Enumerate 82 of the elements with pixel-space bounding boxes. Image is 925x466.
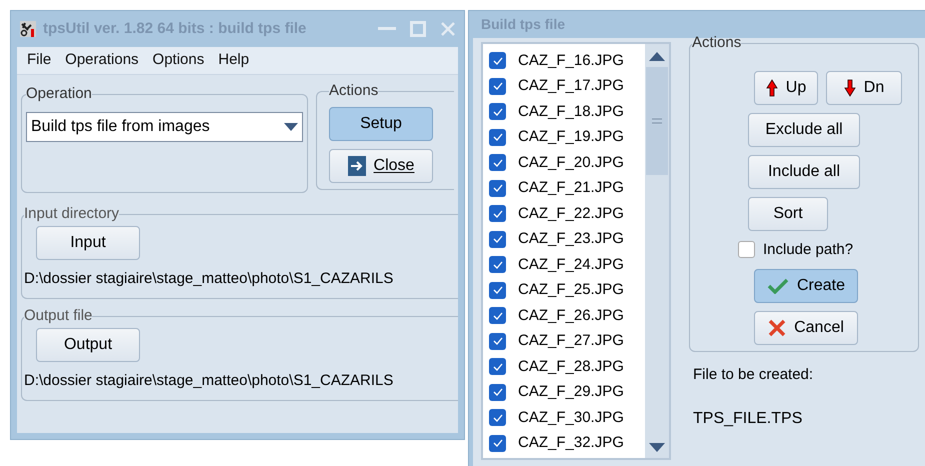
operation-dropdown[interactable]: Build tps file from images bbox=[26, 112, 303, 142]
file-name: CAZ_F_29.JPG bbox=[518, 382, 624, 402]
action-button[interactable]: Cancel bbox=[754, 311, 858, 345]
exit-icon bbox=[348, 156, 366, 176]
app-icon bbox=[19, 20, 37, 38]
checkbox[interactable] bbox=[489, 103, 506, 120]
browse-button[interactable]: Output bbox=[36, 328, 140, 362]
browse-button[interactable]: Input bbox=[36, 226, 140, 260]
checkbox[interactable] bbox=[738, 241, 755, 258]
action-button[interactable]: Exclude all bbox=[748, 112, 860, 146]
cancel-icon bbox=[768, 319, 786, 337]
checkmark-icon bbox=[492, 184, 502, 192]
scroll-thumb[interactable] bbox=[646, 67, 668, 175]
checkmark-icon bbox=[492, 312, 502, 320]
checkbox[interactable] bbox=[489, 230, 506, 248]
checkmark-icon bbox=[492, 235, 502, 244]
path-text: D:\dossier stagiaire\stage_matteo\photo\S1_CAZARILS bbox=[24, 268, 394, 288]
scrollbar[interactable] bbox=[645, 44, 669, 458]
checkmark-icon bbox=[492, 56, 502, 65]
action-button[interactable]: Close bbox=[329, 148, 433, 182]
menu-item[interactable]: Options bbox=[146, 49, 210, 72]
action-button[interactable]: Include all bbox=[748, 154, 860, 188]
file-name: CAZ_F_17.JPG bbox=[518, 76, 624, 96]
checkbox[interactable] bbox=[489, 78, 506, 95]
file-name: CAZ_F_30.JPG bbox=[518, 408, 624, 428]
down-arrow-icon bbox=[844, 78, 856, 96]
checkbox[interactable] bbox=[489, 332, 506, 350]
checkbox[interactable] bbox=[489, 384, 506, 401]
checkbox[interactable] bbox=[489, 128, 506, 146]
checkbox[interactable] bbox=[489, 180, 506, 197]
checkbox[interactable] bbox=[489, 358, 506, 376]
checkmark-icon bbox=[492, 337, 502, 346]
checkmark-icon bbox=[492, 260, 502, 269]
checkmark-icon bbox=[492, 362, 502, 371]
checkmark-icon bbox=[492, 108, 502, 116]
checkbox[interactable] bbox=[489, 282, 506, 299]
dropdown-caret-icon bbox=[284, 122, 298, 130]
checkmark-icon bbox=[492, 286, 502, 294]
file-name: CAZ_F_27.JPG bbox=[518, 331, 624, 351]
file-name: CAZ_F_21.JPG bbox=[518, 178, 624, 198]
checkbox[interactable] bbox=[489, 307, 506, 324]
action-button[interactable]: Sort bbox=[748, 196, 828, 230]
menu-item[interactable]: File bbox=[21, 49, 58, 72]
path-text: D:\dossier stagiaire\stage_matteo\photo\S1_CAZARILS bbox=[24, 370, 394, 390]
checkbox[interactable] bbox=[489, 205, 506, 222]
file-name: CAZ_F_20.JPG bbox=[518, 152, 624, 172]
file-label: File to be created: bbox=[693, 365, 814, 385]
file-name: CAZ_F_32.JPG bbox=[518, 433, 624, 453]
action-button[interactable]: Create bbox=[754, 269, 858, 303]
action-button[interactable]: Up bbox=[754, 70, 818, 104]
action-button[interactable]: Setup bbox=[329, 106, 433, 140]
file-name: CAZ_F_24.JPG bbox=[518, 254, 624, 274]
file-name: CAZ_F_16.JPG bbox=[518, 50, 624, 70]
checkbox[interactable] bbox=[489, 52, 506, 70]
checkmark-icon bbox=[492, 82, 502, 90]
action-button[interactable]: Dn bbox=[826, 70, 902, 104]
checkmark-icon bbox=[492, 210, 502, 218]
checkbox[interactable] bbox=[489, 154, 506, 172]
file-name: CAZ_F_28.JPG bbox=[518, 356, 624, 376]
scroll-down-icon[interactable] bbox=[649, 443, 665, 452]
file-name: CAZ_F_22.JPG bbox=[518, 204, 624, 224]
file-name: CAZ_F_25.JPG bbox=[518, 280, 624, 300]
checkmark-icon bbox=[492, 158, 502, 167]
up-arrow-icon bbox=[766, 78, 778, 96]
checkbox[interactable] bbox=[489, 434, 506, 452]
checkmark-icon bbox=[766, 278, 789, 294]
checkmark-icon bbox=[492, 133, 502, 142]
menu-item[interactable]: Help bbox=[212, 49, 256, 72]
checkbox[interactable] bbox=[489, 409, 506, 426]
menu-item[interactable]: Operations bbox=[59, 49, 145, 72]
checkmark-icon bbox=[492, 439, 502, 448]
file-name: TPS_FILE.TPS bbox=[693, 408, 804, 428]
file-name: CAZ_F_18.JPG bbox=[518, 102, 624, 122]
scroll-up-icon[interactable] bbox=[649, 52, 665, 61]
grip-icon bbox=[652, 118, 662, 124]
checkmark-icon bbox=[492, 388, 502, 396]
file-name: CAZ_F_23.JPG bbox=[518, 229, 624, 249]
checkbox-label: Include path? bbox=[763, 240, 854, 260]
checkmark-icon bbox=[492, 414, 502, 422]
file-name: CAZ_F_19.JPG bbox=[518, 127, 624, 147]
file-name: CAZ_F_26.JPG bbox=[518, 306, 624, 326]
checkbox[interactable] bbox=[489, 256, 506, 274]
